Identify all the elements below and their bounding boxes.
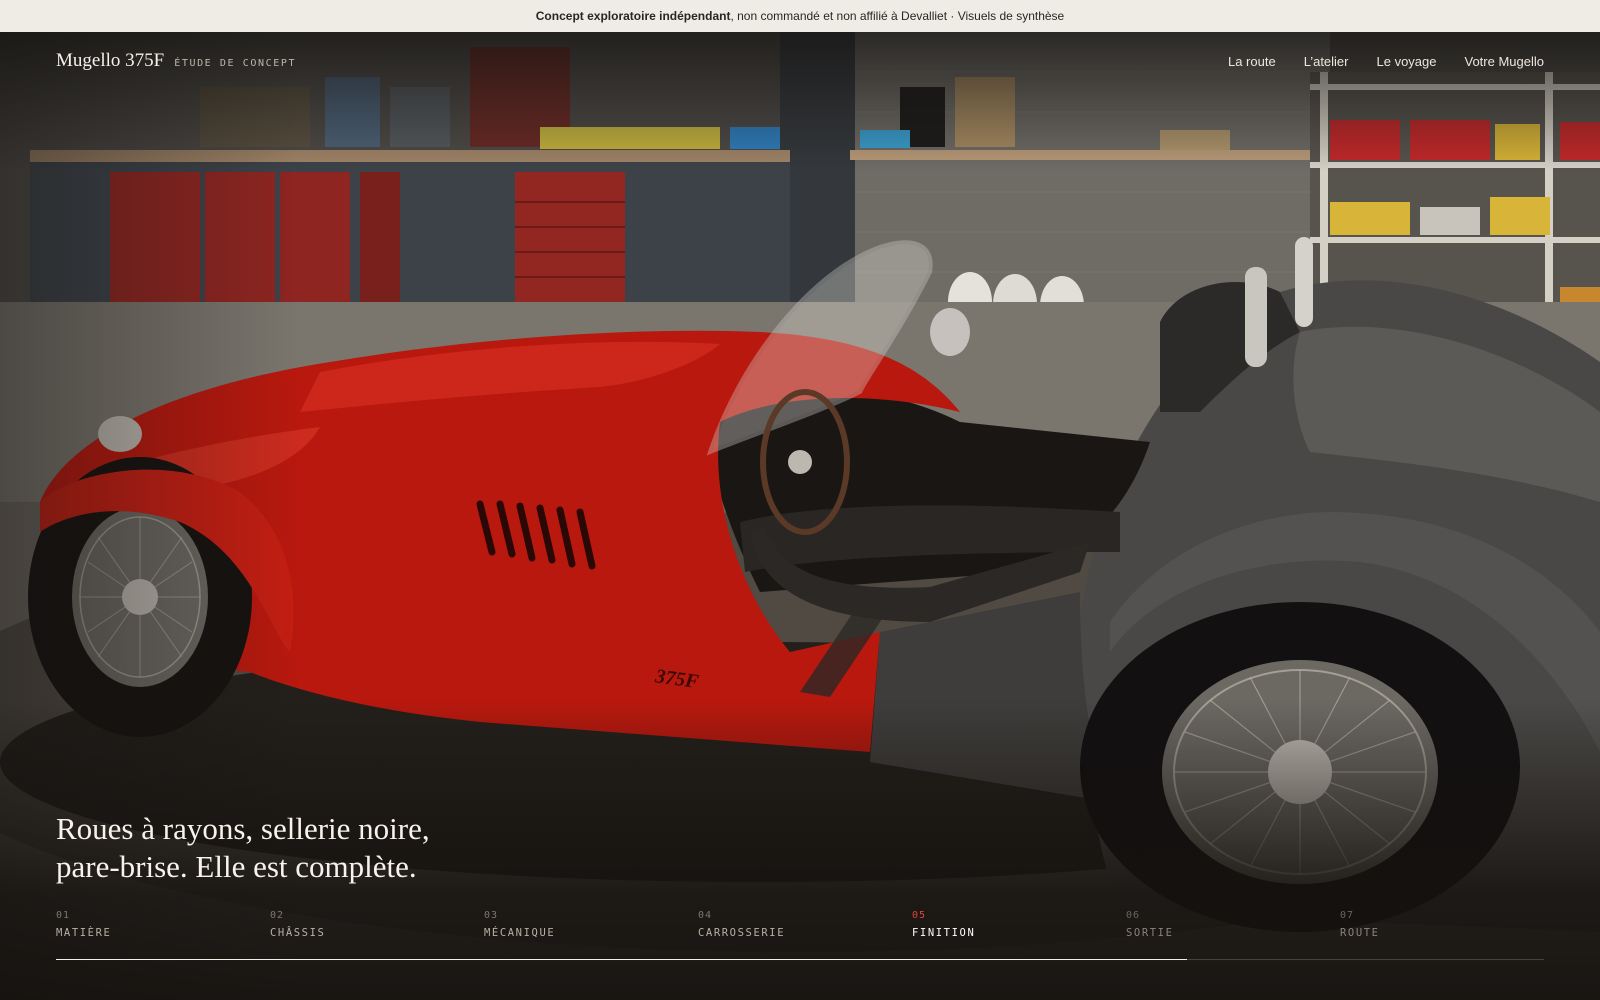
chapter-mecanique[interactable]: 03 MÉCANIQUE — [484, 910, 684, 939]
brand-name[interactable]: Mugello 375F — [56, 50, 164, 72]
nav-le-voyage[interactable]: Le voyage — [1377, 54, 1437, 69]
chapter-number: 02 — [270, 910, 285, 921]
chapter-label: FINITION — [912, 927, 976, 939]
chapter-number: 06 — [1126, 910, 1141, 921]
chapter-route[interactable]: 07 ROUTE — [1340, 910, 1540, 939]
nav-la-route[interactable]: La route — [1228, 54, 1276, 69]
disclaimer-bold: Concept exploratoire indépendant — [535, 9, 731, 23]
main-nav: La route L’atelier Le voyage Votre Mugel… — [1228, 54, 1544, 69]
nav-votre-mugello[interactable]: Votre Mugello — [1465, 54, 1545, 69]
chapter-matiere[interactable]: 01 MATIÈRE — [56, 910, 256, 939]
disclaimer-text: , non commandé et non affilié à Devallie… — [730, 9, 1065, 23]
chapter-number: 05 — [912, 910, 927, 921]
chapter-carrosserie[interactable]: 04 CARROSSERIE — [698, 910, 898, 939]
disclaimer-bar: Concept exploratoire indépendant, non co… — [0, 0, 1600, 32]
site-header: Mugello 375F ÉTUDE DE CONCEPT La route L… — [56, 32, 1544, 90]
progress-fill — [56, 959, 1187, 960]
chapter-number: 03 — [484, 910, 499, 921]
hero-headline: Roues à rayons, sellerie noire, pare-bri… — [56, 810, 430, 886]
chapter-number: 04 — [698, 910, 713, 921]
nav-atelier[interactable]: L’atelier — [1304, 54, 1349, 69]
headline-line-2: pare-brise. Elle est complète. — [56, 849, 417, 884]
chapter-label: MÉCANIQUE — [484, 927, 556, 939]
chapter-finition[interactable]: 05 FINITION — [912, 910, 1112, 939]
chapter-progress: 01 MATIÈRE 02 CHÂSSIS 03 MÉCANIQUE 04 CA… — [56, 910, 1544, 960]
chapter-label: CHÂSSIS — [270, 927, 326, 939]
brand[interactable]: Mugello 375F ÉTUDE DE CONCEPT — [56, 50, 296, 72]
chapter-label: SORTIE — [1126, 927, 1174, 939]
chapter-sortie[interactable]: 06 SORTIE — [1126, 910, 1326, 939]
chapter-number: 07 — [1340, 910, 1355, 921]
chapter-label: CARROSSERIE — [698, 927, 786, 939]
headline-line-1: Roues à rayons, sellerie noire, — [56, 811, 430, 846]
chapter-number: 01 — [56, 910, 71, 921]
chapter-label: MATIÈRE — [56, 927, 112, 939]
brand-tag: ÉTUDE DE CONCEPT — [174, 58, 297, 69]
chapter-chassis[interactable]: 02 CHÂSSIS — [270, 910, 470, 939]
chapter-label: ROUTE — [1340, 927, 1380, 939]
progress-track — [56, 959, 1544, 960]
